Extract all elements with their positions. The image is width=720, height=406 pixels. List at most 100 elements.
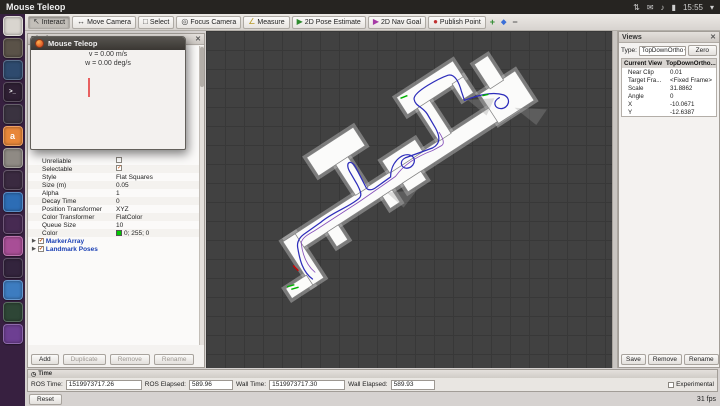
launcher-icon-rviz[interactable] <box>3 302 23 322</box>
session-menu-icon[interactable]: ▾ <box>710 3 714 12</box>
property-value[interactable]: 0.05 <box>116 182 199 189</box>
property-value[interactable]: FlatColor <box>116 214 199 221</box>
launcher-icon-software-center[interactable] <box>3 170 23 190</box>
launcher-icon-amazon[interactable]: a <box>3 126 23 146</box>
rename-button[interactable]: Rename <box>154 354 195 365</box>
property-value[interactable]: XYZ <box>116 206 199 213</box>
property-list: Unreliable Selectable Style Flat Squares… <box>28 157 199 253</box>
marker-array-checkbox[interactable] <box>38 238 44 244</box>
experimental-checkbox[interactable] <box>668 382 674 388</box>
render-viewport[interactable] <box>206 31 612 368</box>
property-value[interactable]: Flat Squares <box>116 174 199 181</box>
view-prop-value[interactable]: <Fixed Frame> <box>670 77 716 84</box>
view-prop-value[interactable]: 0 <box>670 93 716 100</box>
teleop-canvas[interactable]: v = 0.00 m/s w = 0.00 deg/s <box>31 50 185 149</box>
property-value[interactable]: 1 <box>116 190 199 197</box>
save-button[interactable]: Save <box>621 354 646 365</box>
view-prop-value[interactable]: -12.6387 <box>670 109 716 116</box>
tool-measure[interactable]: ∠ Measure <box>243 16 289 29</box>
property-row-color[interactable]: Color 0; 255; 0 <box>28 229 199 237</box>
launcher-icon-impress[interactable] <box>3 236 23 256</box>
view-prop-value[interactable]: 31.8862 <box>670 85 716 92</box>
add-button[interactable]: Add <box>31 354 59 365</box>
view-row-current[interactable]: Current View TopDownOrtho... <box>622 59 716 68</box>
tool-label: Move Camera <box>87 19 131 26</box>
landmark-poses-checkbox[interactable] <box>38 246 44 252</box>
tree-row-landmark-poses[interactable]: ▶ Landmark Poses <box>28 245 199 253</box>
time-panel-header[interactable]: ◷ Time <box>28 370 717 378</box>
network-icon[interactable]: ⇅ <box>633 3 640 12</box>
view-prop-label: Y <box>628 109 670 116</box>
clock[interactable]: 15:55 <box>683 3 703 12</box>
views-panel-header[interactable]: Views ✕ <box>619 32 719 43</box>
select-box-icon: □ <box>143 18 148 26</box>
property-row-size[interactable]: Size (m) 0.05 <box>28 181 199 189</box>
launcher-icon-text-editor[interactable] <box>3 104 23 124</box>
tree-row-marker-array[interactable]: ▶ MarkerArray <box>28 237 199 245</box>
tool-interact[interactable]: ↖ Interact <box>28 16 70 29</box>
launcher-icon-writer[interactable] <box>3 192 23 212</box>
property-row-alpha[interactable]: Alpha 1 <box>28 189 199 197</box>
pose-estimate-arrow-icon: ▶ <box>297 18 303 26</box>
sound-icon[interactable]: ♪ <box>661 3 665 12</box>
remove-button[interactable]: Remove <box>110 354 150 365</box>
mail-icon[interactable]: ✉ <box>647 3 654 12</box>
launcher-icon-terminal[interactable]: >_ <box>3 82 23 102</box>
remove-tool-button[interactable]: − <box>510 17 519 27</box>
launcher-icon-workspaces[interactable] <box>3 258 23 278</box>
rename-view-button[interactable]: Rename <box>684 354 719 365</box>
property-row-selectable[interactable]: Selectable <box>28 165 199 173</box>
view-row-target-frame[interactable]: Target Fra... <Fixed Frame> <box>622 76 716 84</box>
close-icon[interactable]: ✕ <box>195 36 201 43</box>
scrollbar-thumb[interactable] <box>200 47 204 87</box>
launcher-icon-firefox[interactable] <box>3 60 23 80</box>
battery-icon[interactable]: ▮ <box>672 3 676 12</box>
tool-2d-nav-goal[interactable]: ▶ 2D Nav Goal <box>368 16 426 29</box>
expander-icon[interactable]: ▶ <box>32 246 36 252</box>
experimental-toggle[interactable]: Experimental <box>668 381 714 388</box>
view-row-y[interactable]: Y -12.6387 <box>622 108 716 116</box>
property-row-position-transformer[interactable]: Position Transformer XYZ <box>28 205 199 213</box>
property-value[interactable]: 0; 255; 0 <box>124 230 149 237</box>
close-window-icon[interactable] <box>35 39 44 48</box>
reset-button[interactable]: Reset <box>29 394 62 405</box>
property-value[interactable]: 0 <box>116 198 199 205</box>
property-row-color-transformer[interactable]: Color Transformer FlatColor <box>28 213 199 221</box>
launcher-icon-ubuntu-one[interactable] <box>3 214 23 234</box>
launcher-icon-dash[interactable] <box>3 16 23 36</box>
unity-launcher: >_ a <box>0 14 25 406</box>
property-value[interactable]: 10 <box>116 222 199 229</box>
view-row-near-clip[interactable]: Near Clip 0.01 <box>622 68 716 76</box>
launcher-icon-calc[interactable] <box>3 280 23 300</box>
tool-2d-pose-estimate[interactable]: ▶ 2D Pose Estimate <box>292 16 366 29</box>
expander-icon[interactable]: ▶ <box>32 238 36 244</box>
property-row-decay-time[interactable]: Decay Time 0 <box>28 197 199 205</box>
mouse-teleop-dialog[interactable]: Mouse Teleop v = 0.00 m/s w = 0.00 deg/s <box>30 36 186 150</box>
launcher-icon-trash[interactable] <box>3 324 23 344</box>
remove-view-button[interactable]: Remove <box>648 354 682 365</box>
displays-scrollbar[interactable] <box>199 46 204 345</box>
view-row-angle[interactable]: Angle 0 <box>622 92 716 100</box>
property-row-unreliable[interactable]: Unreliable <box>28 157 199 165</box>
teleop-gem-icon[interactable]: ◆ <box>499 18 508 26</box>
tool-focus-camera[interactable]: ◎ Focus Camera <box>176 16 241 29</box>
launcher-icon-settings[interactable] <box>3 148 23 168</box>
property-row-style[interactable]: Style Flat Squares <box>28 173 199 181</box>
teleop-title-bar[interactable]: Mouse Teleop <box>31 37 185 50</box>
property-row-queue-size[interactable]: Queue Size 10 <box>28 221 199 229</box>
launcher-icon-files[interactable] <box>3 38 23 58</box>
add-tool-button[interactable]: + <box>488 17 497 27</box>
zero-button[interactable]: Zero <box>688 45 717 56</box>
tool-move-camera[interactable]: ↔ Move Camera <box>72 16 136 29</box>
view-type-combo[interactable]: TopDownOrtho ▼ <box>639 46 686 56</box>
duplicate-button[interactable]: Duplicate <box>63 354 106 365</box>
tool-select[interactable]: □ Select <box>138 16 174 29</box>
tool-publish-point[interactable]: ● Publish Point <box>428 16 486 29</box>
view-prop-value[interactable]: 0.01 <box>670 69 716 76</box>
close-icon[interactable]: ✕ <box>710 34 716 41</box>
view-row-scale[interactable]: Scale 31.8862 <box>622 84 716 92</box>
view-row-x[interactable]: X -10.0671 <box>622 100 716 108</box>
unreliable-checkbox[interactable] <box>116 157 122 163</box>
selectable-checkbox[interactable] <box>116 165 122 171</box>
view-prop-value[interactable]: -10.0671 <box>670 101 716 108</box>
